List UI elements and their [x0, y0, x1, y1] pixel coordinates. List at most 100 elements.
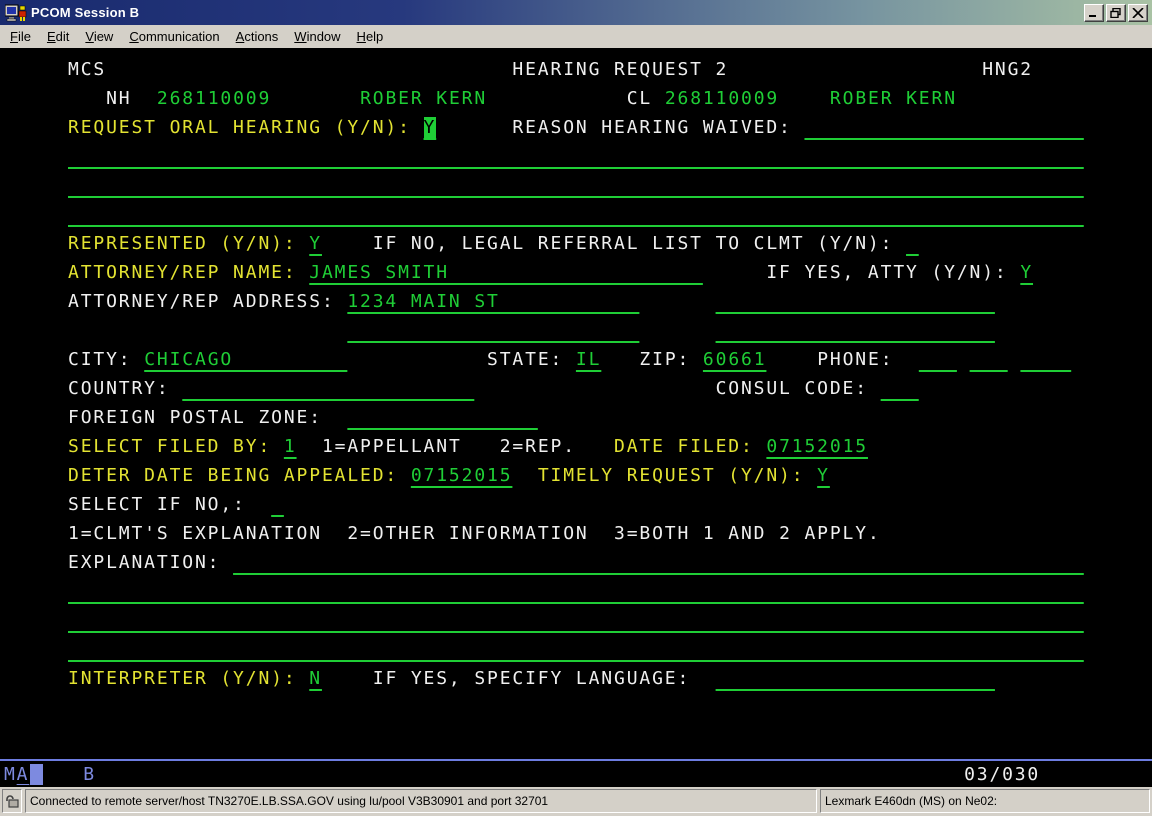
terminal-label	[462, 436, 500, 457]
connection-status-text: Connected to remote server/host TN3270E.…	[30, 794, 548, 808]
terminal-label: NH	[106, 88, 131, 109]
terminal-row: ATTORNEY/REP NAME: JAMES SMITH IF YES, A…	[68, 258, 1152, 287]
terminal-label	[690, 349, 703, 370]
explanation-line-3-field[interactable]	[68, 610, 1084, 631]
atty-field[interactable]: Y	[1020, 262, 1033, 283]
deter-date-field[interactable]: 07152015	[411, 465, 513, 486]
terminal-label	[957, 349, 970, 370]
connection-status: Connected to remote server/host TN3270E.…	[25, 789, 817, 813]
terminal-label	[271, 88, 360, 109]
terminal-label	[322, 523, 347, 544]
terminal-label	[170, 378, 183, 399]
terminal-label: CL	[627, 88, 652, 109]
reason-line-4-field[interactable]	[68, 204, 1084, 225]
terminal-row: FOREIGN POSTAL ZONE:	[68, 403, 1152, 432]
phone-line-field[interactable]	[1020, 349, 1071, 370]
menu-item-view[interactable]: View	[77, 26, 121, 47]
terminal-label: 1=CLMT'S EXPLANATION	[68, 523, 322, 544]
terminal-label	[1008, 349, 1021, 370]
foreign-postal-zone-field[interactable]	[347, 407, 537, 428]
terminal-row: INTERPRETER (Y/N): N IF YES, SPECIFY LAN…	[68, 664, 1152, 693]
terminal-label	[893, 349, 918, 370]
terminal-label	[868, 378, 881, 399]
terminal-label	[792, 117, 805, 138]
terminal-label	[1008, 262, 1021, 283]
filed-by-field[interactable]: 1	[284, 436, 297, 457]
city-field[interactable]: CHICAGO	[144, 349, 347, 370]
security-panel	[2, 789, 22, 813]
timely-request-field[interactable]: Y	[817, 465, 830, 486]
explanation-line-4-field[interactable]	[68, 639, 1084, 660]
terminal-label: REPRESENTED (Y/N):	[68, 233, 297, 254]
app-icon	[5, 4, 27, 22]
nh-number: 268110009	[157, 88, 271, 109]
represented-field[interactable]: Y	[309, 233, 322, 254]
attorney-name-field[interactable]: JAMES SMITH	[309, 262, 703, 283]
cl-number: 268110009	[665, 88, 779, 109]
restore-button[interactable]	[1106, 4, 1126, 22]
explanation-field[interactable]	[233, 552, 1084, 573]
date-filed-field[interactable]: 07152015	[766, 436, 868, 457]
language-field[interactable]	[716, 668, 995, 689]
close-button[interactable]	[1128, 4, 1148, 22]
terminal-label: ATTORNEY/REP ADDRESS:	[68, 291, 335, 312]
menu-item-help[interactable]: Help	[349, 26, 392, 47]
reason-line-2-field[interactable]	[68, 146, 1084, 167]
terminal-label	[652, 88, 665, 109]
terminal-row: EXPLANATION:	[68, 548, 1152, 577]
terminal-label	[436, 117, 512, 138]
terminal-label: 1=APPELLANT	[322, 436, 462, 457]
menu-item-communication[interactable]: Communication	[121, 26, 227, 47]
state-field[interactable]: IL	[576, 349, 601, 370]
menu-item-edit[interactable]: Edit	[39, 26, 77, 47]
terminal-label: ATTORNEY/REP NAME:	[68, 262, 297, 283]
terminal-label	[512, 465, 537, 486]
minimize-button[interactable]	[1084, 4, 1104, 22]
interpreter-field[interactable]: N	[309, 668, 322, 689]
terminal-label: 3=BOTH 1 AND 2 APPLY.	[614, 523, 881, 544]
menu-item-window[interactable]: Window	[286, 26, 348, 47]
terminal-label	[474, 378, 715, 399]
menu-item-actions[interactable]: Actions	[228, 26, 287, 47]
screen-title: HEARING REQUEST 2	[512, 59, 728, 80]
terminal-label	[639, 320, 715, 341]
terminal-label	[639, 291, 715, 312]
terminal-label	[322, 668, 373, 689]
terminal-emulator: MCS HEARING REQUEST 2 HNG2 NH 268110009 …	[0, 48, 1152, 787]
consul-code-field[interactable]	[881, 378, 919, 399]
menu-bar: FileEditViewCommunicationActionsWindowHe…	[0, 25, 1152, 48]
menu-item-file[interactable]: File	[2, 26, 39, 47]
explanation-line-2-field[interactable]	[68, 581, 1084, 602]
attorney-address-line3-field[interactable]	[347, 320, 639, 341]
select-if-no-field[interactable]	[271, 494, 284, 515]
oia-system-indicator: MA	[4, 764, 29, 785]
printer-status: Lexmark E460dn (MS) on Ne02:	[820, 789, 1150, 813]
country-field[interactable]	[182, 378, 474, 399]
terminal-label	[690, 668, 715, 689]
terminal-label: COUNTRY:	[68, 378, 170, 399]
oia-cursor-position: 03/030	[964, 764, 1040, 785]
terminal-label	[297, 668, 310, 689]
terminal-row: CITY: CHICAGO STATE: IL ZIP: 60661 PHONE…	[68, 345, 1152, 374]
attorney-address-line4-field[interactable]	[716, 320, 995, 341]
attorney-address-line1-field[interactable]: 1234 MAIN ST	[347, 291, 639, 312]
printer-status-text: Lexmark E460dn (MS) on Ne02:	[825, 794, 997, 808]
terminal-label	[703, 262, 767, 283]
terminal-label: REQUEST ORAL HEARING (Y/N):	[68, 117, 411, 138]
nh-name: ROBER KERN	[360, 88, 487, 109]
terminal-label: ZIP:	[639, 349, 690, 370]
phone-area-field[interactable]	[919, 349, 957, 370]
terminal-label: 2=OTHER INFORMATION	[347, 523, 588, 544]
request-oral-hearing-field[interactable]: Y	[424, 117, 437, 138]
terminal-label	[804, 465, 817, 486]
zip-field[interactable]: 60661	[703, 349, 767, 370]
reason-line-3-field[interactable]	[68, 175, 1084, 196]
terminal-row	[68, 693, 1152, 722]
terminal-label	[297, 233, 310, 254]
reason-hearing-waived-field[interactable]	[804, 117, 1083, 138]
attorney-address-line2-field[interactable]	[716, 291, 995, 312]
legal-referral-field[interactable]	[906, 233, 919, 254]
terminal-label	[335, 291, 348, 312]
terminal-label: TIMELY REQUEST (Y/N):	[538, 465, 805, 486]
phone-prefix-field[interactable]	[970, 349, 1008, 370]
